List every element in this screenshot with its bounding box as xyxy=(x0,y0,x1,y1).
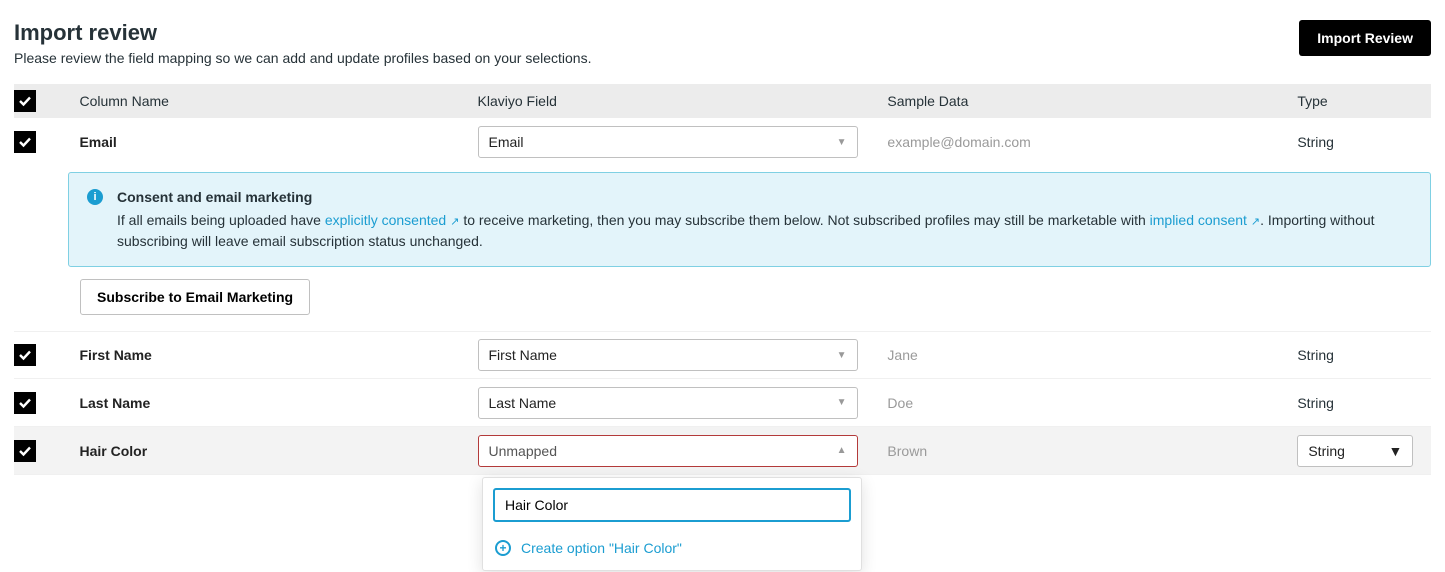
field-select-value: First Name xyxy=(489,347,557,363)
field-select-haircolor[interactable]: Unmapped ▲ xyxy=(478,435,858,467)
field-select-email[interactable]: Email ▼ xyxy=(478,126,858,158)
column-header-name: Column Name xyxy=(79,93,168,109)
row-name-lastname: Last Name xyxy=(79,395,150,411)
row-type-firstname: String xyxy=(1297,347,1334,363)
create-option-row[interactable]: + Create option "Hair Color" xyxy=(493,536,851,560)
consent-info-banner: i Consent and email marketing If all ema… xyxy=(68,172,1431,267)
column-header-type: Type xyxy=(1297,93,1327,109)
field-dropdown-panel: + Create option "Hair Color" xyxy=(482,477,862,571)
chevron-down-icon: ▼ xyxy=(837,350,847,361)
table-row: Hair Color Unmapped ▲ Brown String ▼ xyxy=(14,427,1431,475)
row-sample-firstname: Jane xyxy=(887,347,917,363)
row-name-firstname: First Name xyxy=(79,347,151,363)
subscribe-email-marketing-button[interactable]: Subscribe to Email Marketing xyxy=(80,279,310,315)
row-checkbox-firstname[interactable] xyxy=(14,344,36,366)
import-review-button[interactable]: Import Review xyxy=(1299,20,1431,56)
field-select-firstname[interactable]: First Name ▼ xyxy=(478,339,858,371)
create-option-label: Create option "Hair Color" xyxy=(521,540,682,556)
row-sample-haircolor: Brown xyxy=(887,443,927,459)
chevron-down-icon: ▼ xyxy=(837,137,847,148)
type-select-value: String xyxy=(1308,443,1345,459)
row-sample-lastname: Doe xyxy=(887,395,913,411)
field-select-value: Unmapped xyxy=(489,443,558,459)
table-header: Column Name Klaviyo Field Sample Data Ty… xyxy=(14,84,1431,118)
implied-consent-link[interactable]: implied consent↗ xyxy=(1150,212,1261,228)
banner-title: Consent and email marketing xyxy=(117,187,1412,208)
chevron-up-icon: ▲ xyxy=(837,445,847,456)
table-row: Last Name Last Name ▼ Doe String xyxy=(14,379,1431,427)
row-type-email: String xyxy=(1297,134,1334,150)
info-icon: i xyxy=(87,189,103,205)
row-checkbox-email[interactable] xyxy=(14,131,36,153)
chevron-down-icon: ▼ xyxy=(1388,443,1402,459)
type-select-haircolor[interactable]: String ▼ xyxy=(1297,435,1413,467)
row-checkbox-lastname[interactable] xyxy=(14,392,36,414)
column-header-field: Klaviyo Field xyxy=(478,93,557,109)
table-row: Email Email ▼ example@domain.com String xyxy=(14,118,1431,166)
select-all-checkbox[interactable] xyxy=(14,90,36,112)
field-select-value: Last Name xyxy=(489,395,557,411)
dropdown-search-input[interactable] xyxy=(493,488,851,522)
row-name-haircolor: Hair Color xyxy=(79,443,147,459)
banner-text-1: If all emails being uploaded have xyxy=(117,212,325,228)
chevron-down-icon: ▼ xyxy=(837,397,847,408)
plus-icon: + xyxy=(495,540,511,556)
page-subtitle: Please review the field mapping so we ca… xyxy=(14,50,591,66)
column-header-sample: Sample Data xyxy=(887,93,968,109)
row-checkbox-haircolor[interactable] xyxy=(14,440,36,462)
row-sample-email: example@domain.com xyxy=(887,134,1030,150)
table-row: First Name First Name ▼ Jane String xyxy=(14,331,1431,379)
banner-text-2: to receive marketing, then you may subsc… xyxy=(459,212,1149,228)
explicitly-consented-link[interactable]: explicitly consented↗ xyxy=(325,212,460,228)
field-select-lastname[interactable]: Last Name ▼ xyxy=(478,387,858,419)
row-name-email: Email xyxy=(79,134,116,150)
field-select-value: Email xyxy=(489,134,524,150)
external-link-icon: ↗ xyxy=(1251,216,1260,228)
page-title: Import review xyxy=(14,20,591,46)
row-type-lastname: String xyxy=(1297,395,1334,411)
